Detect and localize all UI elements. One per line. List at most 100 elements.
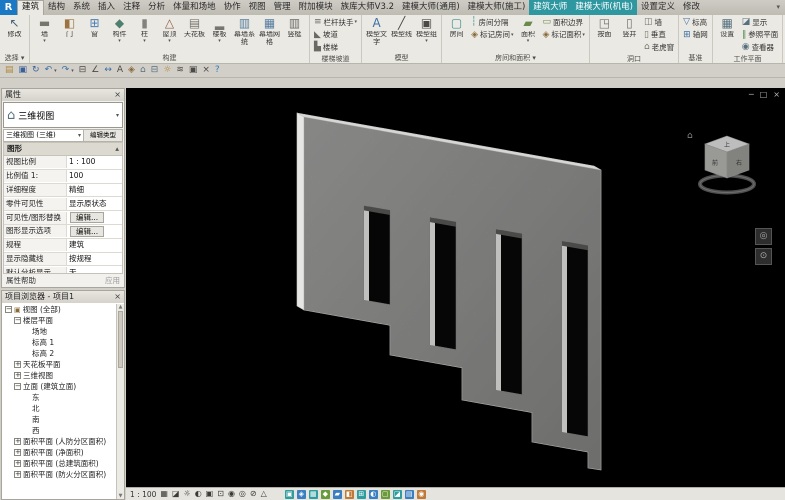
- exclude-options-icon[interactable]: △: [261, 488, 267, 500]
- close-icon[interactable]: ×: [114, 89, 121, 101]
- minimize-icon[interactable]: ─: [749, 90, 754, 99]
- ribbon-button[interactable]: ▣模型组▾: [414, 16, 439, 43]
- tree-item[interactable]: −楼层平面: [2, 315, 124, 326]
- expand-icon[interactable]: +: [14, 471, 21, 478]
- ribbon-button[interactable]: ▯垂直: [642, 29, 676, 42]
- ribbon-button[interactable]: ▙楼梯: [312, 41, 359, 54]
- shadows-icon[interactable]: ◐: [195, 488, 202, 500]
- ribbon-tab-14[interactable]: 建筑大师: [529, 0, 571, 15]
- ribbon-button[interactable]: ⌂老虎窗: [642, 41, 676, 54]
- expand-icon[interactable]: +: [14, 449, 21, 456]
- scroll-up-icon[interactable]: ▲: [117, 304, 124, 310]
- tree-item[interactable]: 东: [2, 392, 124, 403]
- plugin-status-icon[interactable]: ▦: [309, 490, 318, 499]
- ribbon-tab-3[interactable]: 插入: [94, 0, 119, 15]
- view-selector[interactable]: 三维视图 (三维) ▾: [3, 129, 84, 142]
- plugin-status-icon[interactable]: ◐: [369, 490, 378, 499]
- ribbon-button[interactable]: ◈标记房间▾: [469, 29, 515, 42]
- ribbon-button[interactable]: ∥参照平面: [740, 29, 781, 42]
- ribbon-panel-label[interactable]: 楼梯坡道: [310, 54, 361, 64]
- scroll-down-icon[interactable]: ▼: [117, 493, 124, 499]
- section-icon[interactable]: ⊟: [151, 64, 159, 77]
- 3d-view-icon[interactable]: ⌂: [140, 64, 146, 77]
- plugin-status-icon[interactable]: ▤: [405, 490, 414, 499]
- ribbon-button[interactable]: ▬墙▾: [32, 16, 57, 43]
- properties-section-header[interactable]: 图形▴: [4, 143, 122, 156]
- sun-path-icon[interactable]: ☼: [184, 488, 191, 500]
- sync-icon[interactable]: ↻: [32, 64, 40, 77]
- ribbon-button[interactable]: A模型文字: [364, 16, 389, 46]
- ribbon-button[interactable]: ◣坡道: [312, 29, 359, 42]
- ribbon-button[interactable]: ▯竖井: [617, 16, 642, 39]
- ribbon-button[interactable]: ▰面积▾: [516, 16, 541, 43]
- tree-item[interactable]: +面积平面 (人防分区面积): [2, 436, 124, 447]
- collapse-icon[interactable]: −: [14, 317, 21, 324]
- ribbon-tab-17[interactable]: 修改: [679, 0, 704, 15]
- plugin-status-icon[interactable]: ▣: [285, 490, 294, 499]
- ribbon-tab-9[interactable]: 管理: [270, 0, 295, 15]
- window-opening-1[interactable]: [364, 206, 390, 305]
- ribbon-panel-label[interactable]: 选择 ▾: [0, 53, 29, 63]
- ribbon-tab-12[interactable]: 建模大师(通用): [398, 0, 464, 15]
- plugin-status-icon[interactable]: ◪: [393, 490, 402, 499]
- expand-icon[interactable]: +: [14, 361, 21, 368]
- zoom-icon[interactable]: ⊙: [755, 248, 772, 265]
- switch-window-icon[interactable]: ▣: [189, 64, 198, 77]
- show-crop-icon[interactable]: ⊡: [217, 488, 224, 500]
- ribbon-button[interactable]: ↖修改: [2, 16, 27, 39]
- collapse-icon[interactable]: −: [5, 306, 12, 313]
- browser-scrollbar[interactable]: ▲ ▼: [116, 304, 124, 499]
- wall-3d-model[interactable]: [297, 113, 601, 470]
- window-opening-2[interactable]: [430, 217, 456, 349]
- viewcube[interactable]: ⌂ 上 前 右: [687, 131, 754, 193]
- ribbon-button[interactable]: ◪显示: [740, 16, 781, 29]
- ribbon-button[interactable]: ╱模型线: [389, 16, 414, 39]
- view-scale-button[interactable]: 1 : 100: [130, 490, 156, 499]
- drawing-area-3d-view[interactable]: ⌂ 上 前 右 ─ □ × ◎ ⊙: [126, 88, 785, 488]
- viewcube-home-icon[interactable]: ⌂: [687, 131, 693, 141]
- ribbon-button[interactable]: ▭面积边界: [541, 16, 587, 29]
- property-value[interactable]: 100: [67, 170, 122, 182]
- thin-lines-icon[interactable]: ≋: [176, 64, 184, 77]
- ribbon-button[interactable]: ▥竖梃: [282, 16, 307, 39]
- plugin-status-icon[interactable]: ▢: [381, 490, 390, 499]
- ribbon-button[interactable]: △屋顶▾: [157, 16, 182, 43]
- tag-icon[interactable]: ◈: [128, 64, 135, 77]
- ribbon-panel-label[interactable]: 构建: [30, 53, 309, 63]
- edit-button[interactable]: 编辑...: [70, 226, 104, 237]
- reveal-hidden-icon[interactable]: ◎: [239, 488, 246, 500]
- edit-button[interactable]: 编辑...: [70, 212, 104, 223]
- redo-icon[interactable]: ↷: [62, 64, 70, 77]
- dimension-icon[interactable]: ↔: [104, 64, 112, 77]
- ribbon-button[interactable]: ⊞窗: [82, 16, 107, 39]
- scrollbar-thumb[interactable]: [118, 311, 123, 368]
- ribbon-panel-label[interactable]: 洞口: [590, 54, 678, 64]
- ribbon-tab-5[interactable]: 分析: [144, 0, 169, 15]
- ribbon-button[interactable]: ◳按面: [592, 16, 617, 39]
- ribbon-options-icon[interactable]: ▾: [771, 0, 785, 15]
- ribbon-button[interactable]: ◧门: [57, 16, 82, 39]
- apply-button[interactable]: 应用: [105, 275, 120, 286]
- save-icon[interactable]: ▣: [19, 64, 28, 77]
- crop-view-icon[interactable]: ▣: [206, 488, 214, 500]
- ribbon-tab-10[interactable]: 附加模块: [295, 0, 337, 15]
- window-opening-3[interactable]: [496, 229, 522, 394]
- ribbon-tab-1[interactable]: 结构: [44, 0, 69, 15]
- tree-item[interactable]: 南: [2, 414, 124, 425]
- plugin-status-icon[interactable]: ◈: [297, 490, 306, 499]
- tree-item[interactable]: −▣视图 (全部): [2, 304, 124, 315]
- ribbon-panel-label[interactable]: 模型: [362, 53, 441, 63]
- ribbon-button[interactable]: ▮柱▾: [132, 16, 157, 43]
- tree-item[interactable]: −立面 (建筑立面): [2, 381, 124, 392]
- tree-item[interactable]: +天花板平面: [2, 359, 124, 370]
- ribbon-tab-8[interactable]: 视图: [245, 0, 270, 15]
- open-icon[interactable]: ▤: [5, 64, 14, 77]
- ribbon-button[interactable]: ◉查看器: [740, 41, 781, 54]
- plugin-status-icon[interactable]: ⊞: [357, 490, 366, 499]
- temporary-hide-icon[interactable]: ◉: [228, 488, 235, 500]
- property-value[interactable]: 建筑: [67, 239, 122, 251]
- tree-item[interactable]: +面积平面 (防火分区面积): [2, 469, 124, 480]
- ribbon-tab-7[interactable]: 协作: [220, 0, 245, 15]
- plugin-status-icon[interactable]: ◧: [345, 490, 354, 499]
- close-icon[interactable]: ×: [114, 291, 121, 303]
